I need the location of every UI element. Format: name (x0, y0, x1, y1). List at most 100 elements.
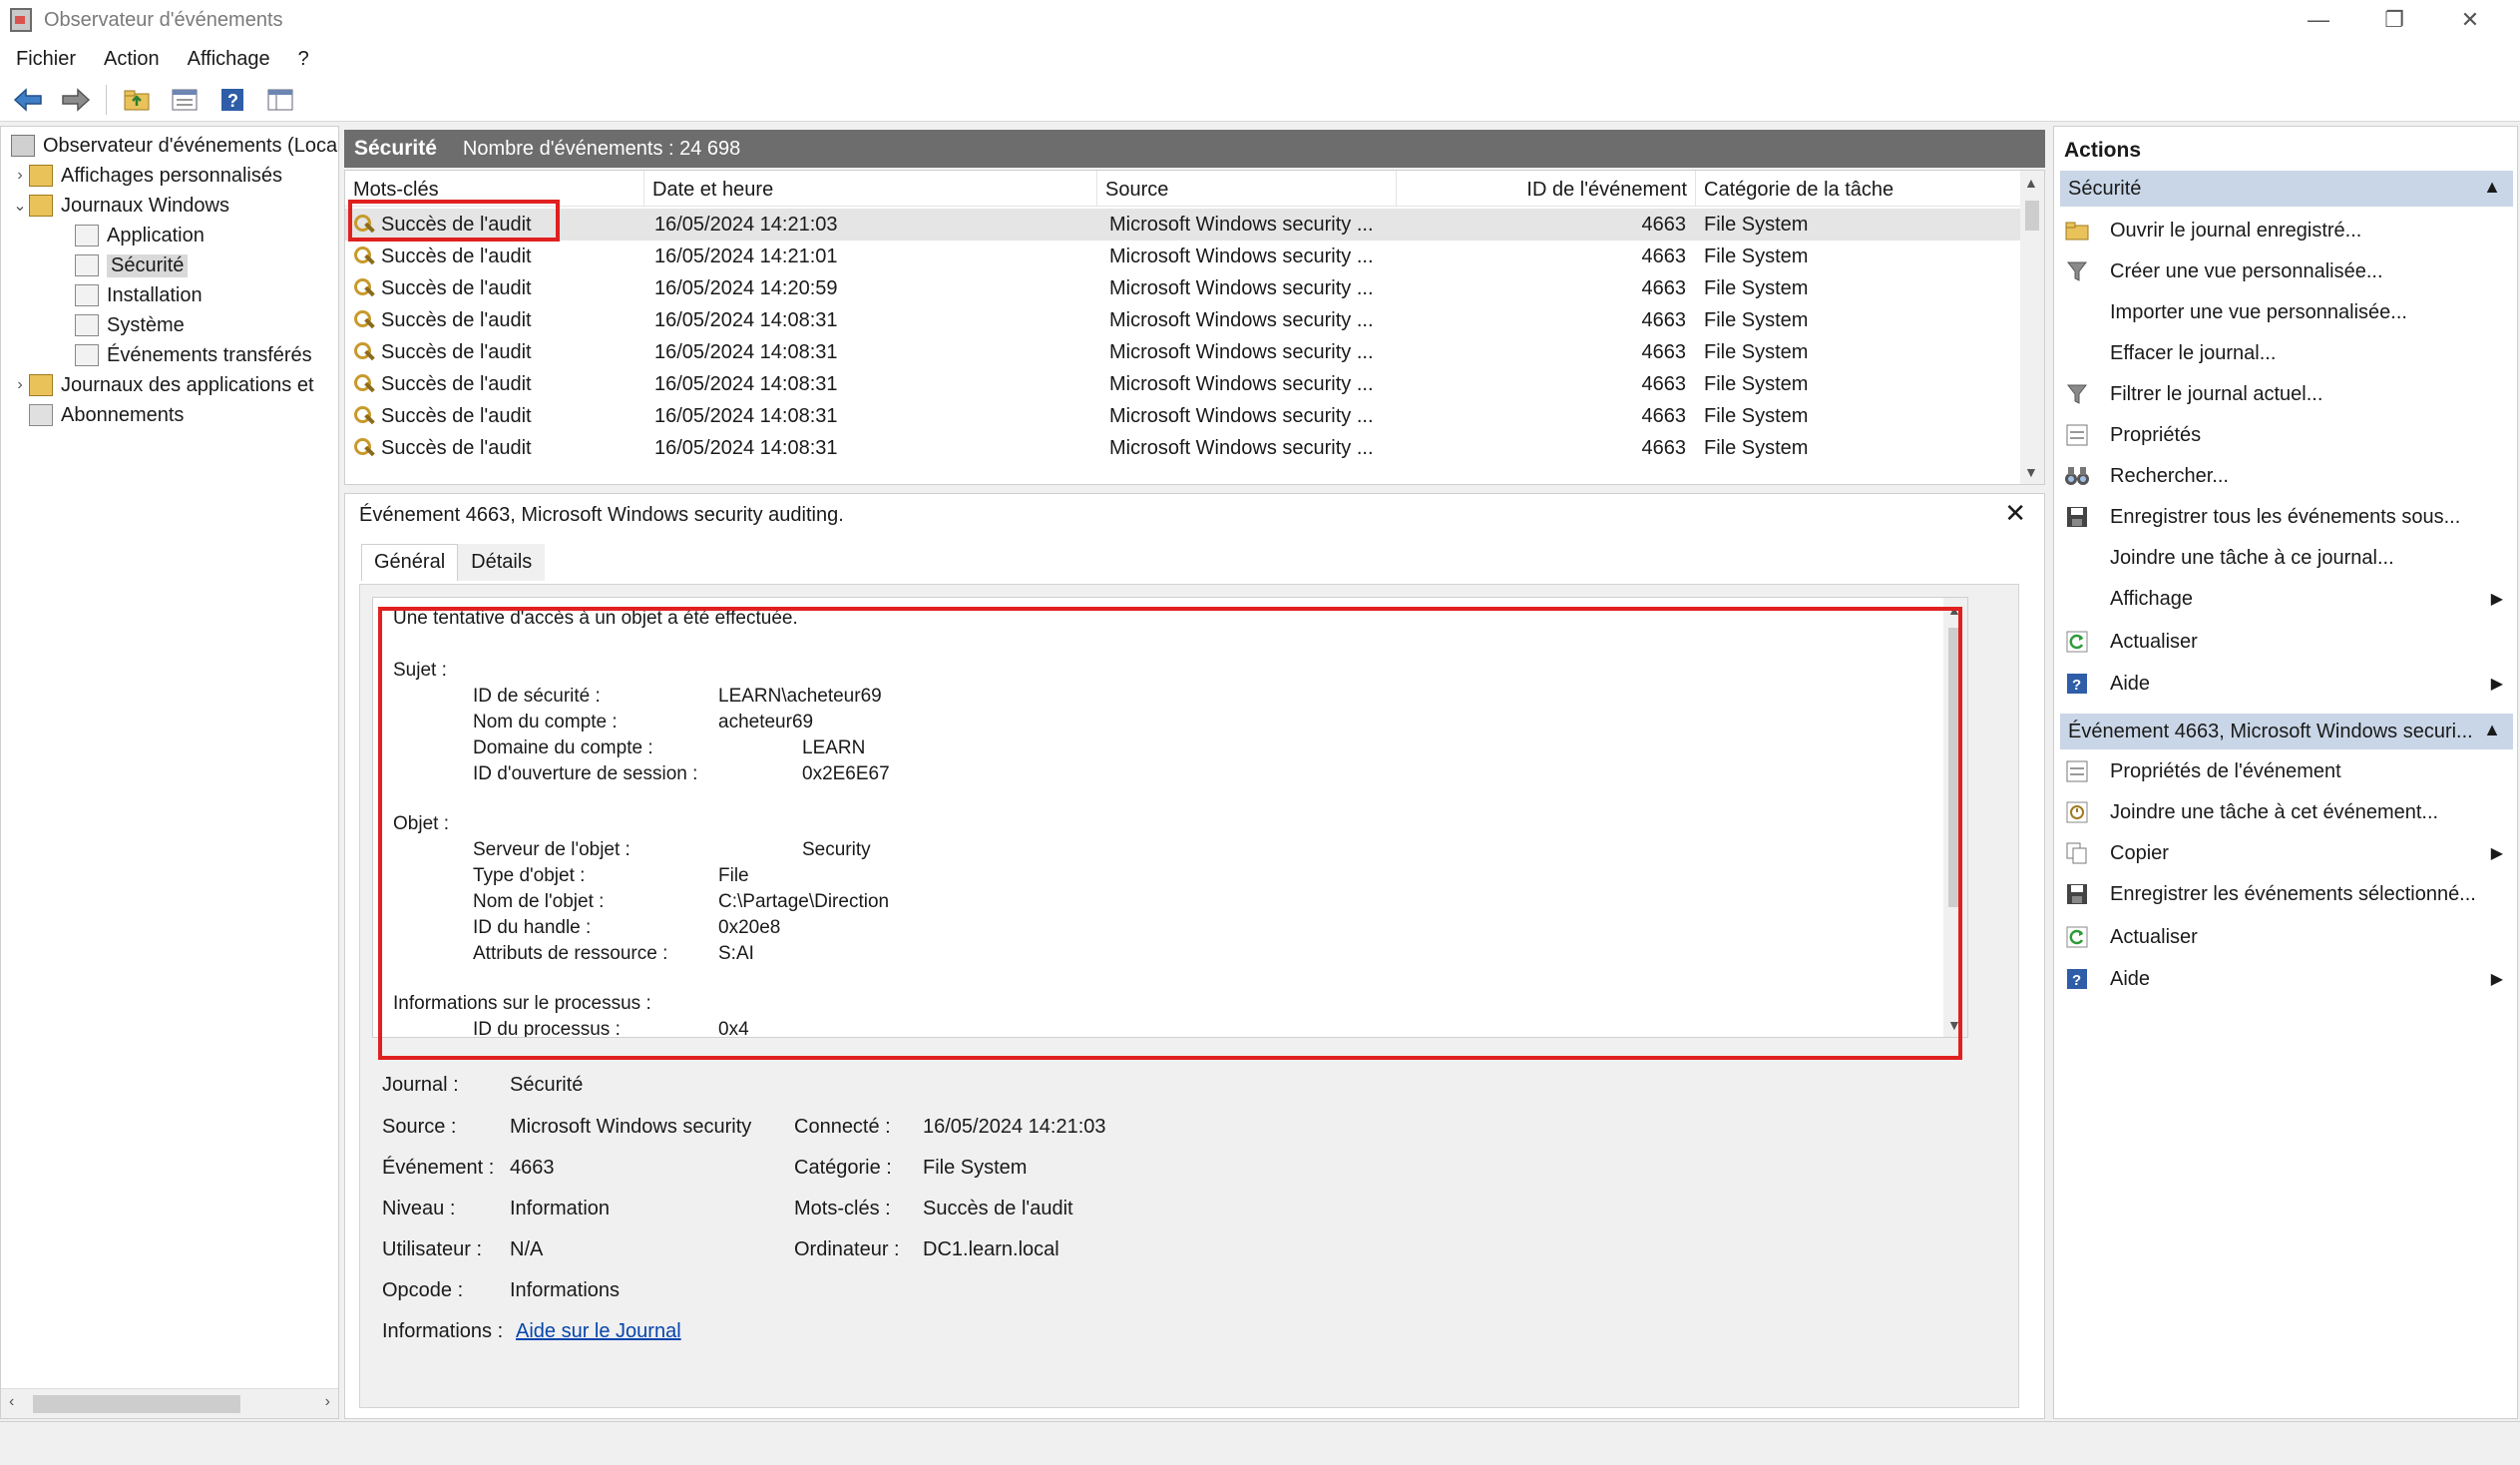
action-event-properties[interactable]: Propriétés de l'événement (2060, 753, 2513, 789)
action-attach-task-to-event[interactable]: Joindre une tâche à cet événement... (2060, 794, 2513, 830)
menu-affichage[interactable]: Affichage (188, 48, 270, 71)
table-row[interactable]: Succès de l'audit 16/05/2024 14:08:31 Mi… (345, 432, 2021, 464)
scroll-down-icon[interactable]: ▼ (2024, 464, 2038, 480)
window-title: Observateur d'événements (44, 8, 283, 31)
actions-section-security[interactable]: Sécurité ▲ (2060, 171, 2513, 207)
column-keywords[interactable]: Mots-clés (345, 171, 644, 207)
key-icon (353, 373, 375, 395)
action-save-all-events[interactable]: Enregistrer tous les événements sous... (2060, 499, 2513, 535)
scroll-thumb[interactable] (33, 1395, 240, 1413)
minimize-button[interactable]: — (2281, 0, 2356, 40)
action-open-saved-log[interactable]: Ouvrir le journal enregistré... (2060, 213, 2513, 248)
menu-action[interactable]: Action (104, 48, 160, 71)
tree-item-app-logs[interactable]: › Journaux des applications et (11, 370, 314, 400)
action-clear-log[interactable]: Effacer le journal... (2060, 335, 2513, 371)
table-row[interactable]: Succès de l'audit 16/05/2024 14:20:59 Mi… (345, 272, 2021, 304)
forward-arrow-icon[interactable] (58, 83, 94, 117)
tree-item-subscriptions[interactable]: Abonnements (29, 400, 184, 430)
tree-item-windows-logs[interactable]: ⌄ Journaux Windows (11, 191, 229, 221)
prop-opcode-label: Opcode : (382, 1279, 464, 1301)
description-vertical-scrollbar[interactable]: ▲ ▼ (1943, 598, 1967, 1037)
actions-section-event[interactable]: Événement 4663, Microsoft Windows securi… (2060, 714, 2513, 749)
tab-details[interactable]: Détails (458, 544, 546, 581)
folder-up-icon[interactable] (119, 83, 155, 117)
prop-logged-label: Connecté : (794, 1116, 891, 1138)
back-arrow-icon[interactable] (10, 83, 46, 117)
action-save-selected-events[interactable]: Enregistrer les événements sélectionné..… (2060, 876, 2513, 912)
tree-item-root[interactable]: Observateur d'événements (Loca (11, 131, 337, 161)
action-help[interactable]: ? Aide ▶ (2060, 666, 2513, 702)
scroll-thumb[interactable] (2025, 201, 2039, 231)
prop-event-value: 4663 (510, 1157, 555, 1179)
chevron-right-icon[interactable]: › (11, 167, 29, 185)
general-tab-panel: Une tentative d'accès à un objet a été e… (359, 584, 2019, 1408)
action-find[interactable]: Rechercher... (2060, 458, 2513, 494)
scroll-down-icon[interactable]: ▼ (1947, 1017, 1961, 1033)
key-icon (353, 245, 375, 267)
menu-fichier[interactable]: Fichier (16, 48, 76, 71)
table-row[interactable]: Succès de l'audit 16/05/2024 14:08:31 Mi… (345, 336, 2021, 368)
table-row[interactable]: Succès de l'audit 16/05/2024 14:08:31 Mi… (345, 400, 2021, 432)
restore-button[interactable]: ❐ (2356, 0, 2432, 40)
column-date[interactable]: Date et heure (644, 171, 1097, 207)
action-copy[interactable]: Copier ▶ (2060, 835, 2513, 871)
collapse-icon[interactable]: ▲ (2483, 720, 2501, 740)
close-button[interactable]: ✕ (2432, 0, 2508, 40)
scroll-left-icon[interactable]: ‹ (9, 1393, 14, 1411)
key-icon (353, 309, 375, 331)
action-refresh-event[interactable]: Actualiser (2060, 919, 2513, 955)
table-row[interactable]: Succès de l'audit 16/05/2024 14:08:31 Mi… (345, 304, 2021, 336)
column-task-category[interactable]: Catégorie de la tâche (1696, 171, 2015, 207)
column-source[interactable]: Source (1097, 171, 1397, 207)
action-attach-task-to-log[interactable]: Joindre une tâche à ce journal... (2060, 540, 2513, 576)
key-icon (353, 437, 375, 459)
prop-level-value: Information (510, 1198, 611, 1220)
prop-logged-value: 16/05/2024 14:21:03 (923, 1116, 1106, 1138)
tab-general[interactable]: Général (361, 544, 459, 581)
action-refresh[interactable]: Actualiser (2060, 624, 2513, 660)
action-view[interactable]: Affichage ▶ (2060, 581, 2513, 617)
menu-help[interactable]: ? (298, 48, 309, 71)
chevron-down-icon[interactable]: ⌄ (11, 196, 29, 216)
task-clock-icon (2064, 799, 2090, 825)
help-icon[interactable]: ? (214, 83, 250, 117)
tree-horizontal-scrollbar[interactable]: ‹ › (1, 1388, 338, 1418)
prop-source-label: Source : (382, 1116, 457, 1138)
tree-item-forwarded-events[interactable]: Événements transférés (75, 340, 312, 370)
close-icon[interactable]: ✕ (2004, 498, 2026, 529)
prop-journal-value: Sécurité (510, 1074, 584, 1096)
tree-item-custom-views[interactable]: › Affichages personnalisés (11, 161, 282, 191)
events-vertical-scrollbar[interactable]: ▲ ▼ (2020, 171, 2044, 484)
tree-item-security[interactable]: Sécurité (75, 250, 189, 280)
center-pane: Sécurité Nombre d'événements : 24 698 Mo… (344, 126, 2045, 1419)
action-properties[interactable]: Propriétés (2060, 417, 2513, 453)
tree-item-application[interactable]: Application (75, 221, 205, 250)
scroll-up-icon[interactable]: ▲ (1947, 602, 1961, 618)
filter-icon (2064, 381, 2090, 407)
key-icon (353, 341, 375, 363)
show-hide-pane-icon[interactable] (262, 83, 298, 117)
tree-item-setup[interactable]: Installation (75, 280, 203, 310)
collapse-icon[interactable]: ▲ (2483, 177, 2501, 198)
event-description[interactable]: Une tentative d'accès à un objet a été e… (372, 597, 1968, 1038)
properties-icon[interactable] (167, 83, 203, 117)
action-filter-current-log[interactable]: Filtrer le journal actuel... (2060, 376, 2513, 412)
scroll-up-icon[interactable]: ▲ (2024, 175, 2038, 191)
log-help-link[interactable]: Aide sur le Journal (516, 1320, 681, 1343)
log-icon (75, 254, 99, 276)
table-row[interactable]: Succès de l'audit 16/05/2024 14:21:01 Mi… (345, 241, 2021, 272)
table-row[interactable]: Succès de l'audit 16/05/2024 14:21:03 Mi… (345, 209, 2021, 241)
table-row[interactable]: Succès de l'audit 16/05/2024 14:08:31 Mi… (345, 368, 2021, 400)
key-icon (353, 277, 375, 299)
prop-keywords-value: Succès de l'audit (923, 1198, 1073, 1220)
chevron-right-icon[interactable]: › (11, 376, 29, 394)
column-event-id[interactable]: ID de l'événement (1397, 171, 1696, 207)
properties-icon (2064, 422, 2090, 448)
scroll-right-icon[interactable]: › (325, 1393, 330, 1411)
action-import-custom-view[interactable]: Importer une vue personnalisée... (2060, 294, 2513, 330)
tree-item-system[interactable]: Système (75, 310, 185, 340)
scroll-thumb[interactable] (1948, 628, 1962, 907)
help-icon: ? (2064, 966, 2090, 992)
action-create-custom-view[interactable]: Créer une vue personnalisée... (2060, 253, 2513, 289)
action-help-event[interactable]: ? Aide ▶ (2060, 961, 2513, 997)
